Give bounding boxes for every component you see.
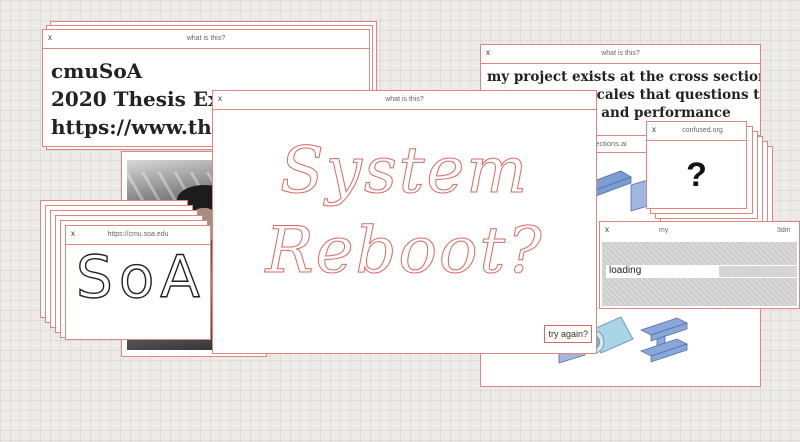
question-mark-icon: ?: [686, 156, 707, 194]
title-bar: x confused.org: [647, 122, 746, 141]
loading-panel: loading: [602, 242, 797, 306]
heading-line-3[interactable]: https://www.the: [51, 113, 235, 141]
progress-fill: [719, 266, 797, 277]
confused-window[interactable]: x confused.org ?: [646, 121, 747, 209]
window-title: https://cmu.soa.edu: [107, 231, 169, 238]
reboot-window[interactable]: x what is this? System Reboot? try again…: [212, 90, 597, 354]
soa-logo: SoA: [75, 243, 206, 311]
progress-track: loading: [606, 265, 797, 278]
window-title: what is this?: [601, 50, 640, 57]
title-bar: x what is this?: [43, 30, 369, 49]
heading-line-2: 2020 Thesis Exh: [51, 87, 235, 111]
close-icon[interactable]: x: [652, 125, 656, 134]
title-bar: x what is this?: [481, 45, 760, 64]
window-title-left: my: [659, 227, 669, 234]
window-title: what is this?: [186, 35, 226, 42]
description-line-1: my project exists at the cross section o…: [487, 69, 761, 85]
loading-window[interactable]: x my 3dm loading: [599, 221, 800, 309]
headline-system: System: [279, 134, 530, 209]
title-bar: x my 3dm: [600, 222, 799, 241]
heading-line-1: cmuSoA: [51, 59, 143, 83]
window-title: what is this?: [385, 96, 424, 103]
close-icon[interactable]: x: [605, 225, 609, 234]
window-title: confused.org: [682, 127, 723, 134]
loading-status: loading: [609, 265, 642, 276]
title-bar: x what is this?: [213, 91, 596, 110]
window-title-right: 3dm: [777, 227, 791, 234]
headline-reboot: Reboot?: [265, 214, 544, 289]
cmu-soa-window[interactable]: x https://cmu.soa.edu SoA: [65, 225, 211, 340]
try-again-button[interactable]: try again?: [544, 325, 592, 343]
h-beam-section: [639, 317, 689, 363]
